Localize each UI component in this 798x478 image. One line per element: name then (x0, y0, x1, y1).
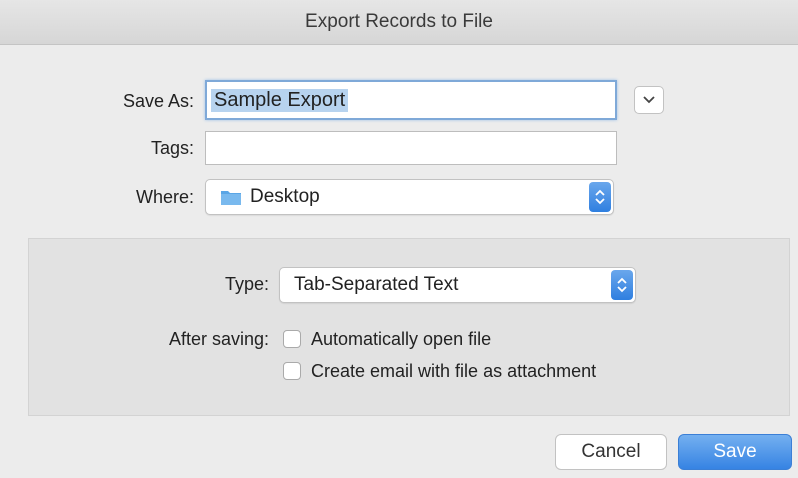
chevron-down-icon (643, 96, 655, 104)
auto-open-label[interactable]: Automatically open file (311, 329, 491, 350)
where-label: Where: (135, 187, 194, 207)
window-title: Export Records to File (305, 11, 493, 32)
create-email-checkbox[interactable] (283, 362, 301, 380)
cancel-button[interactable]: Cancel (555, 434, 667, 470)
type-popup[interactable]: Tab-Separated Text (279, 267, 636, 303)
window-titlebar: Export Records to File (0, 0, 798, 45)
up-down-arrows-icon (595, 189, 605, 205)
auto-open-checkbox[interactable] (283, 330, 301, 348)
expand-button[interactable] (634, 86, 664, 114)
save-as-input[interactable]: Sample Export (205, 80, 617, 120)
options-panel: Type: Tab-Separated Text After saving: A… (28, 238, 790, 416)
save-as-label: Save As: (122, 91, 194, 111)
after-saving-label: After saving: (168, 329, 269, 349)
save-as-value: Sample Export (211, 88, 349, 112)
type-label: Type: (224, 274, 269, 294)
tags-input[interactable] (205, 131, 617, 165)
folder-icon (221, 191, 241, 205)
up-down-arrows-icon (617, 277, 627, 293)
save-button[interactable]: Save (678, 434, 792, 470)
type-stepper (611, 270, 633, 300)
create-email-label[interactable]: Create email with file as attachment (311, 361, 596, 382)
where-stepper (589, 182, 611, 212)
where-popup[interactable]: Desktop (205, 179, 614, 215)
tags-label: Tags: (150, 138, 194, 158)
type-value: Tab-Separated Text (294, 274, 459, 295)
where-value: Desktop (250, 186, 320, 207)
